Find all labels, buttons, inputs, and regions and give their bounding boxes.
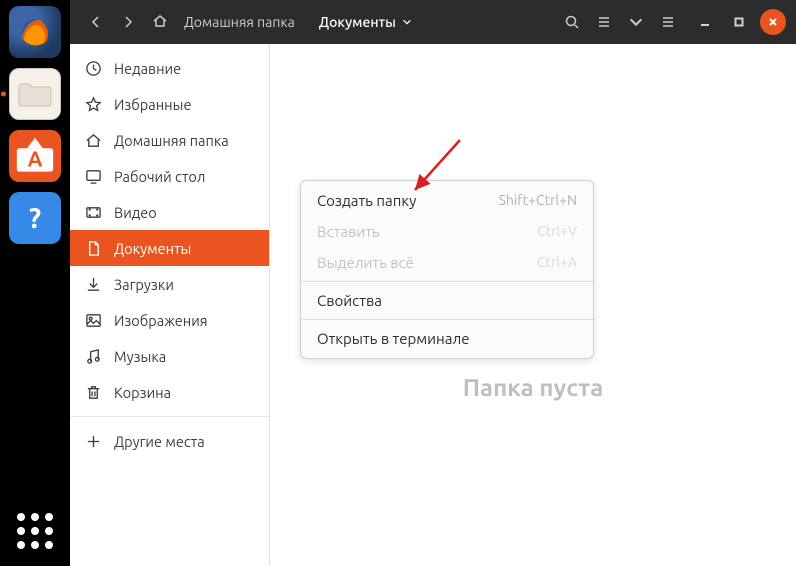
- sidebar-item-label: Документы: [114, 240, 191, 257]
- home-icon: [84, 131, 102, 149]
- ctx-select-all: Выделить всё Ctrl+A: [301, 247, 593, 278]
- ctx-paste: Вставить Ctrl+V: [301, 216, 593, 247]
- dock-item-help[interactable]: ?: [9, 192, 61, 244]
- sidebar-item-label: Видео: [114, 204, 157, 221]
- search-button[interactable]: [558, 8, 586, 36]
- empty-folder-label: Папка пуста: [463, 374, 603, 401]
- sidebar-item-label: Домашняя папка: [114, 132, 229, 149]
- sidebar-item-label: Недавние: [114, 60, 181, 77]
- ctx-item-label: Свойства: [317, 292, 382, 309]
- sidebar-item-videos[interactable]: Видео: [70, 194, 269, 230]
- chevron-down-icon: [402, 17, 412, 27]
- sidebar-item-label: Другие места: [114, 433, 205, 450]
- documents-icon: [84, 239, 102, 257]
- dock-item-firefox[interactable]: [9, 6, 61, 58]
- ctx-item-accel: Ctrl+A: [537, 254, 577, 271]
- nav-back-button[interactable]: [82, 8, 110, 36]
- sidebar-item-label: Изображения: [114, 312, 208, 329]
- breadcrumb-segment-current[interactable]: Документы: [311, 10, 420, 34]
- ctx-open-terminal[interactable]: Открыть в терминале: [301, 323, 593, 354]
- breadcrumb: Домашняя папка Документы: [152, 10, 420, 34]
- window-close-button[interactable]: [760, 9, 786, 35]
- ctx-new-folder[interactable]: Создать папку Shift+Ctrl+N: [301, 185, 593, 216]
- sidebar-item-label: Рабочий стол: [114, 168, 205, 185]
- desktop-icon: [84, 167, 102, 185]
- download-icon: [84, 275, 102, 293]
- clock-icon: [84, 59, 102, 77]
- image-icon: [84, 311, 102, 329]
- sidebar-item-trash[interactable]: Корзина: [70, 374, 269, 410]
- sidebar: Недавние Избранные Домашняя папка Рабочи…: [70, 44, 270, 566]
- plus-icon: [84, 432, 102, 450]
- sidebar-item-label: Музыка: [114, 348, 166, 365]
- ctx-properties[interactable]: Свойства: [301, 285, 593, 316]
- home-icon: [152, 13, 168, 32]
- video-icon: [84, 203, 102, 221]
- sidebar-item-music[interactable]: Музыка: [70, 338, 269, 374]
- nav-forward-button[interactable]: [114, 8, 142, 36]
- svg-text:A: A: [28, 147, 43, 170]
- sidebar-separator: [70, 416, 269, 417]
- window-minimize-button[interactable]: [692, 9, 718, 35]
- trash-icon: [84, 383, 102, 401]
- sidebar-item-pictures[interactable]: Изображения: [70, 302, 269, 338]
- sidebar-item-documents[interactable]: Документы: [70, 230, 269, 266]
- sidebar-item-recent[interactable]: Недавние: [70, 50, 269, 86]
- ctx-separator: [301, 281, 593, 282]
- ctx-item-label: Создать папку: [317, 192, 416, 209]
- sidebar-item-desktop[interactable]: Рабочий стол: [70, 158, 269, 194]
- view-dropdown-button[interactable]: [622, 8, 650, 36]
- breadcrumb-current-label: Документы: [319, 14, 396, 30]
- dock-item-files[interactable]: [9, 68, 61, 120]
- view-list-button[interactable]: [590, 8, 618, 36]
- sidebar-item-other-places[interactable]: Другие места: [70, 423, 269, 459]
- sidebar-item-downloads[interactable]: Загрузки: [70, 266, 269, 302]
- ctx-item-label: Вставить: [317, 223, 380, 240]
- sidebar-item-starred[interactable]: Избранные: [70, 86, 269, 122]
- ctx-separator: [301, 319, 593, 320]
- music-icon: [84, 347, 102, 365]
- ctx-item-accel: Shift+Ctrl+N: [499, 192, 577, 209]
- window-maximize-button[interactable]: [726, 9, 752, 35]
- context-menu: Создать папку Shift+Ctrl+N Вставить Ctrl…: [300, 180, 594, 359]
- star-icon: [84, 95, 102, 113]
- dock: A ?: [0, 0, 70, 566]
- titlebar: Домашняя папка Документы: [70, 0, 796, 44]
- ctx-item-label: Выделить всё: [317, 254, 414, 271]
- dock-item-software[interactable]: A: [9, 130, 61, 182]
- sidebar-item-label: Корзина: [114, 384, 171, 401]
- hamburger-menu-button[interactable]: [654, 8, 682, 36]
- breadcrumb-segment-home[interactable]: Домашняя папка: [176, 10, 303, 34]
- sidebar-item-label: Загрузки: [114, 276, 174, 293]
- dock-show-apps[interactable]: [14, 510, 56, 552]
- sidebar-item-home[interactable]: Домашняя папка: [70, 122, 269, 158]
- ctx-item-accel: Ctrl+V: [537, 223, 577, 240]
- sidebar-item-label: Избранные: [114, 96, 191, 113]
- ctx-item-label: Открыть в терминале: [317, 330, 470, 347]
